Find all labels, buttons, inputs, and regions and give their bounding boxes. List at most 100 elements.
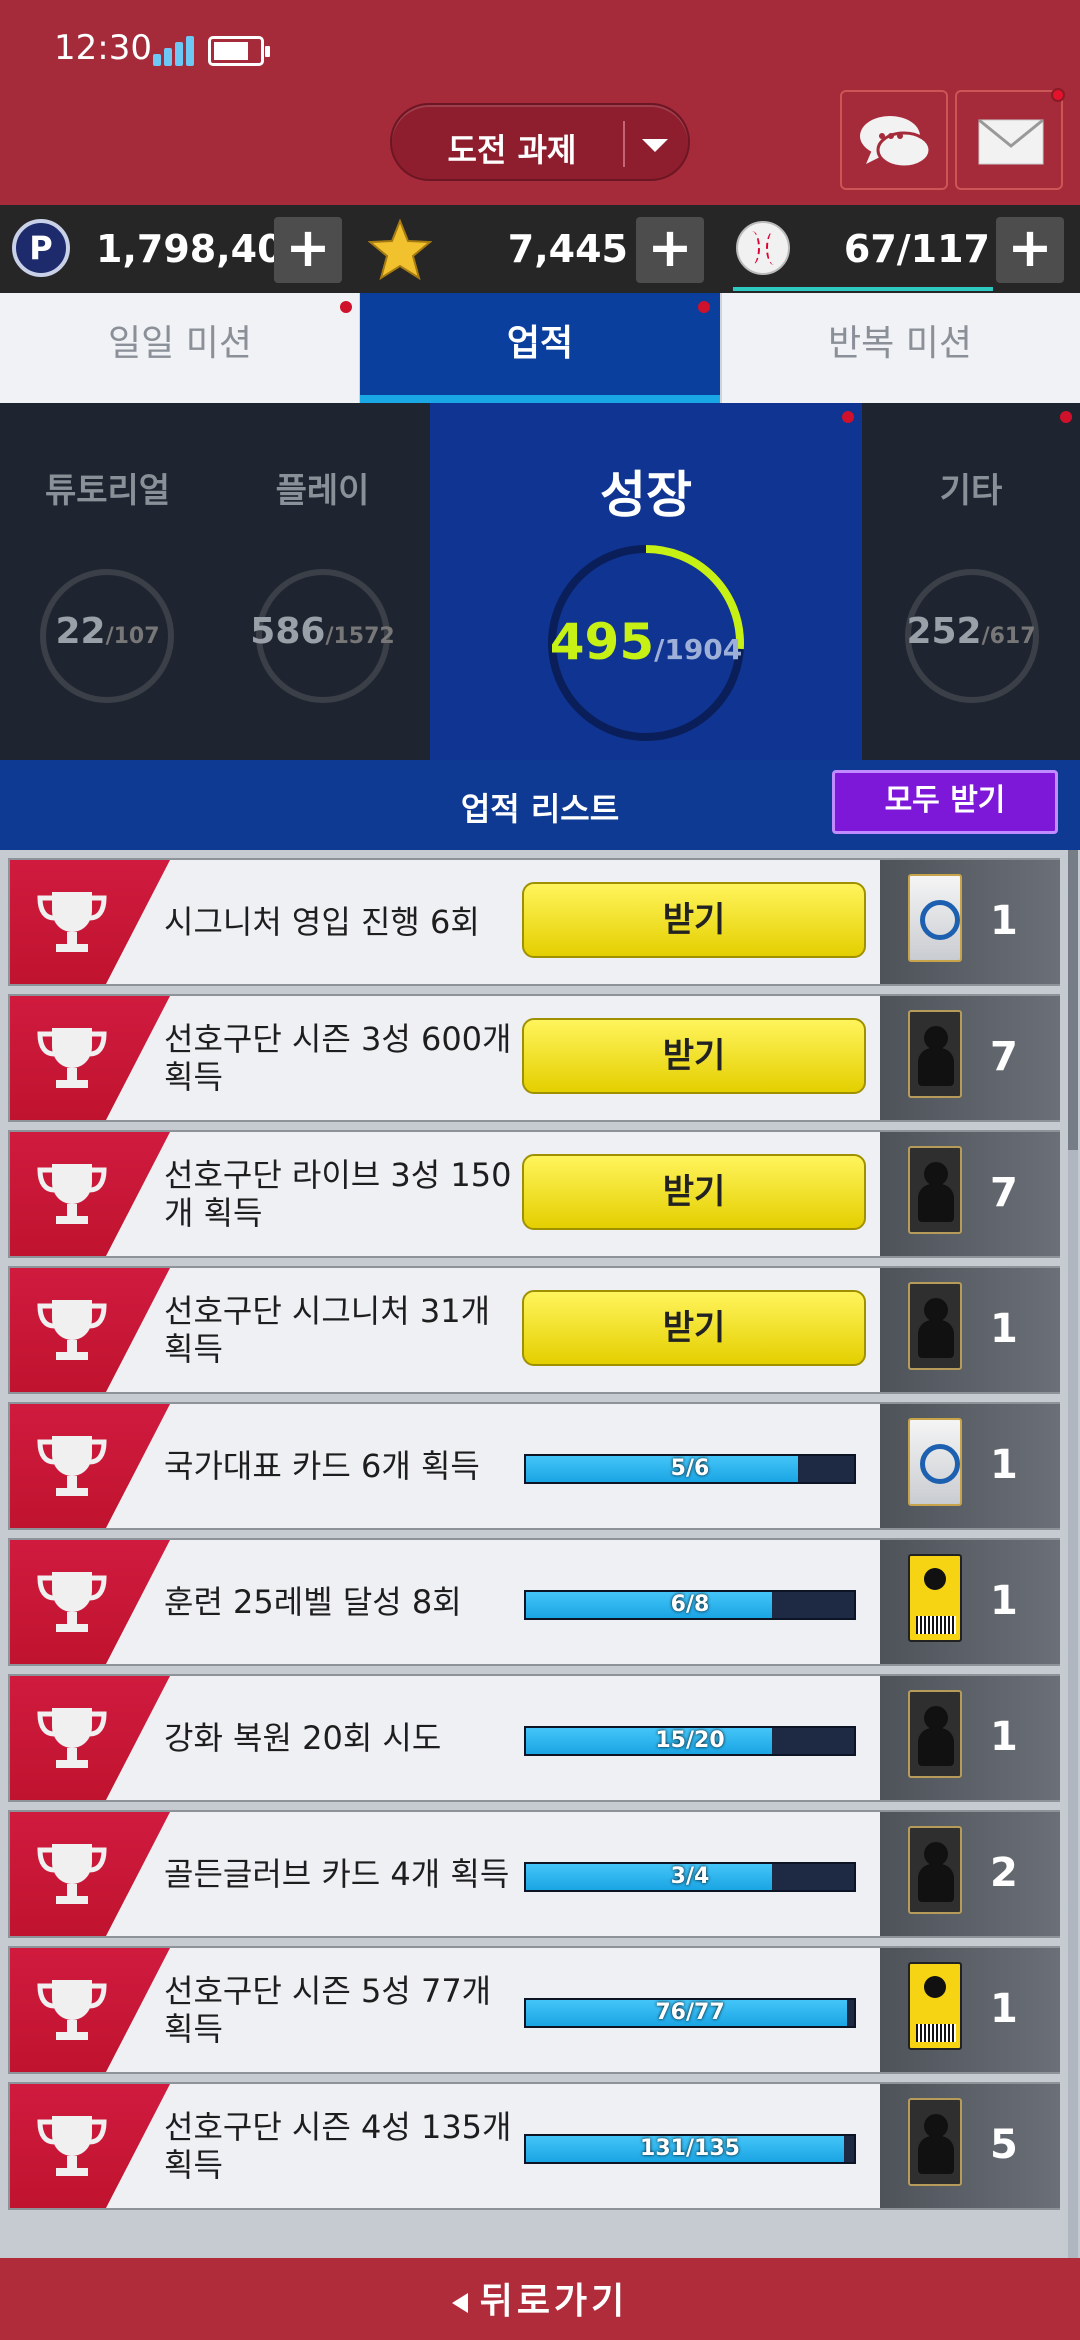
chat-icon (860, 116, 932, 169)
achievement-row: 선호구단 시즌 3성 600개 획득 받기 7 (8, 994, 1060, 1122)
progress-text: 3/4 (670, 1864, 710, 1889)
reward-qty: 1 (990, 898, 1018, 944)
reward-box: 1 (880, 1404, 1060, 1528)
point-coin-icon: P (12, 219, 70, 277)
claim-button[interactable]: 받기 (522, 1154, 866, 1230)
boost-card-icon (908, 1282, 962, 1370)
boost-card-icon (908, 1690, 962, 1778)
reward-box: 7 (880, 1132, 1060, 1256)
status-time: 12:30 (54, 28, 152, 68)
achievement-row: 강화 복원 20회 시도 15/20 1 (8, 1674, 1060, 1802)
category-value: 495 (549, 613, 655, 671)
boost-card-icon (908, 1146, 962, 1234)
trophy-icon (37, 892, 107, 952)
reward-qty: 7 (990, 1034, 1018, 1080)
reward-qty: 1 (990, 1578, 1018, 1624)
achievement-name: 선호구단 라이브 3성 150개 획득 (164, 1156, 512, 1232)
add-energy-button[interactable]: + (996, 217, 1064, 283)
add-points-button[interactable]: + (274, 217, 342, 283)
category-etc[interactable]: 기타 252/617 (862, 403, 1080, 760)
trophy-icon (37, 1300, 107, 1360)
achievements-screen: 12:30 도전 과제 P 1,798,409 + 7,445 + 67/117… (0, 0, 1080, 2340)
mail-icon (978, 118, 1044, 165)
reward-box: 1 (880, 860, 1060, 984)
boost-card-icon (908, 1826, 962, 1914)
notification-dot (340, 301, 352, 313)
scout-ticket-card-icon (908, 1962, 962, 2050)
reward-qty: 1 (990, 1714, 1018, 1760)
currency-bar: P 1,798,409 + 7,445 + 67/117 + (0, 205, 1080, 293)
mission-tabs: 일일 미션 업적 반복 미션 (0, 293, 1080, 403)
reward-qty: 1 (990, 1306, 1018, 1352)
category-value: 586 (250, 611, 326, 652)
reward-qty: 5 (990, 2122, 1018, 2168)
challenge-dropdown[interactable]: 도전 과제 (390, 103, 690, 181)
trophy-icon (37, 1708, 107, 1768)
progress-text: 6/8 (670, 1592, 710, 1617)
category-play[interactable]: 플레이 586/1572 (215, 403, 430, 760)
back-button[interactable]: 뒤로가기 (0, 2272, 1080, 2324)
claim-button[interactable]: 받기 (522, 1018, 866, 1094)
scout-ticket-card-icon (908, 1554, 962, 1642)
category-growth[interactable]: 성장 495/1904 (430, 403, 862, 760)
category-tutorial[interactable]: 튜토리얼 22/107 (0, 403, 215, 760)
tab-repeat-mission[interactable]: 반복 미션 (720, 293, 1080, 403)
achievement-row: 선호구단 시그니처 31개 획득 받기 1 (8, 1266, 1060, 1394)
back-label: 뒤로가기 (479, 2281, 629, 2322)
notification-dot (698, 301, 710, 313)
notification-dot (842, 411, 854, 423)
stars-value: 7,445 (507, 227, 628, 271)
challenge-label: 도전 과제 (447, 131, 577, 169)
progress-bar: 5/6 (524, 1454, 856, 1484)
player-pack-card-icon (908, 874, 962, 962)
progress-text: 5/6 (670, 1456, 710, 1481)
chevron-down-icon (642, 139, 668, 152)
reward-qty: 1 (990, 1986, 1018, 2032)
progress-text: 76/77 (655, 2000, 725, 2025)
back-arrow-icon (451, 2293, 468, 2313)
reward-box: 1 (880, 1540, 1060, 1664)
mail-button[interactable] (955, 88, 1065, 190)
reward-qty: 7 (990, 1170, 1018, 1216)
trophy-icon (37, 1980, 107, 2040)
progress-bar: 76/77 (524, 1998, 856, 2028)
achievement-row: 훈련 25레벨 달성 8회 6/8 1 (8, 1538, 1060, 1666)
tab-achievements[interactable]: 업적 (360, 293, 720, 403)
achievement-row: 국가대표 카드 6개 획득 5/6 1 (8, 1402, 1060, 1530)
chat-button[interactable] (840, 90, 948, 190)
claim-button[interactable]: 받기 (522, 882, 866, 958)
scrollbar-thumb[interactable] (1068, 850, 1078, 1150)
notification-dot (1051, 88, 1065, 102)
progress-text: 15/20 (655, 1728, 725, 1753)
battery-icon (208, 36, 270, 66)
top-header: 12:30 도전 과제 (0, 0, 1080, 205)
receive-all-button[interactable]: 모두 받기 (832, 770, 1058, 834)
achievement-name: 국가대표 카드 6개 획득 (164, 1447, 480, 1485)
reward-qty: 1 (990, 1442, 1018, 1488)
reward-box: 5 (880, 2084, 1060, 2208)
achievement-row: 선호구단 시즌 4성 135개 획득 131/135 5 (8, 2082, 1060, 2210)
reward-box: 2 (880, 1812, 1060, 1936)
boost-card-icon (908, 2098, 962, 2186)
achievement-name: 시그니처 영입 진행 6회 (164, 903, 480, 941)
trophy-icon (37, 1164, 107, 1224)
boost-card-icon (908, 1010, 962, 1098)
progress-bar: 6/8 (524, 1590, 856, 1620)
achievement-list-header: 업적 리스트 모두 받기 (0, 760, 1080, 850)
achievement-categories: 튜토리얼 22/107 플레이 586/1572 성장 495/1904 기타 … (0, 403, 1080, 760)
add-stars-button[interactable]: + (636, 217, 704, 283)
claim-button[interactable]: 받기 (522, 1290, 866, 1366)
achievement-list[interactable]: 시그니처 영입 진행 6회 받기 1 선호구단 시즌 3성 600개 획득 받기 7 선호구… (0, 850, 1080, 2258)
trophy-icon (37, 2116, 107, 2176)
category-value: 22 (55, 611, 106, 652)
achievement-name: 훈련 25레벨 달성 8회 (164, 1583, 462, 1621)
trophy-icon (37, 1028, 107, 1088)
energy-value: 67/117 (843, 227, 990, 271)
trophy-icon (37, 1844, 107, 1904)
reward-box: 1 (880, 1268, 1060, 1392)
trophy-icon (37, 1572, 107, 1632)
player-pack-card-icon (908, 1418, 962, 1506)
progress-bar: 131/135 (524, 2134, 856, 2164)
reward-qty: 2 (990, 1850, 1018, 1896)
tab-daily-mission[interactable]: 일일 미션 (0, 293, 360, 403)
